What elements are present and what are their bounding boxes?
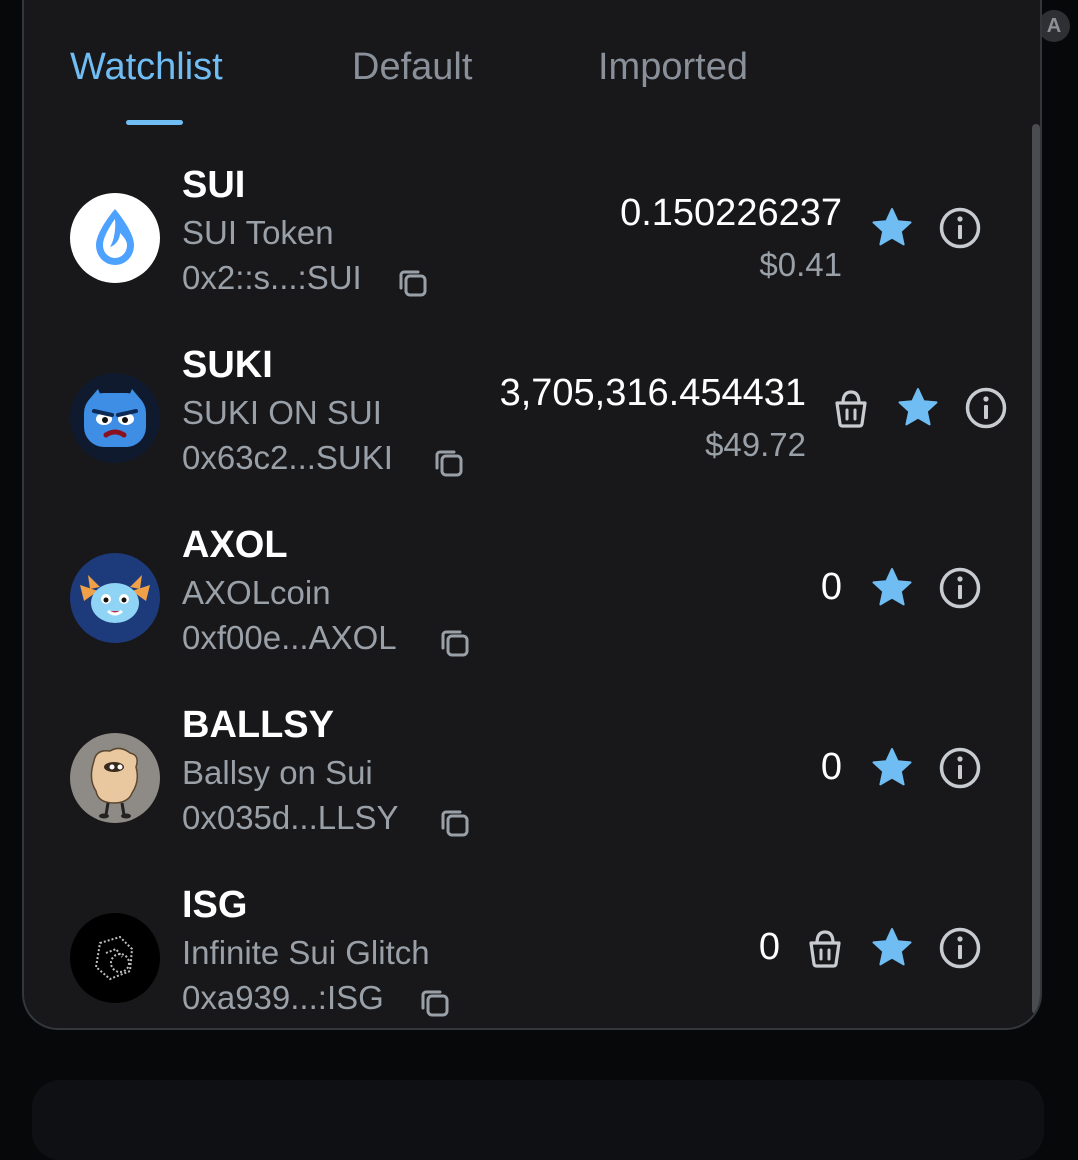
info-icon[interactable] <box>964 386 1008 430</box>
token-fiat-value: $0.41 <box>759 246 842 283</box>
token-row-axol[interactable]: AXOL AXOLcoin 0xf00e...AXOL 0 <box>24 524 1024 700</box>
token-row-ballsy[interactable]: BALLSY Ballsy on Sui 0x035d...LLSY 0 <box>24 704 1024 880</box>
tab-watchlist[interactable]: Watchlist <box>70 46 223 89</box>
star-icon[interactable] <box>870 566 914 610</box>
active-tab-indicator <box>126 120 183 125</box>
token-name: AXOLcoin <box>182 574 331 611</box>
token-symbol: BALLSY <box>182 704 334 746</box>
token-list-panel: Watchlist Default Imported SUI SUI Token… <box>22 0 1042 1030</box>
info-icon[interactable] <box>938 206 982 250</box>
tab-imported[interactable]: Imported <box>598 46 748 89</box>
token-address: 0xf00e...AXOL <box>182 619 397 656</box>
token-address: 0xa939...:ISG <box>182 979 384 1016</box>
info-icon[interactable] <box>938 746 982 790</box>
token-address: 0x2::s...:SUI <box>182 259 362 296</box>
token-balance: 0.150226237 <box>620 192 842 234</box>
copy-icon[interactable] <box>432 446 466 480</box>
ballsy-token-logo <box>70 733 160 823</box>
copy-icon[interactable] <box>438 806 472 840</box>
token-address: 0x63c2...SUKI <box>182 439 393 476</box>
token-balance: 0 <box>820 566 842 608</box>
star-icon[interactable] <box>896 386 940 430</box>
list-scrollbar[interactable] <box>1032 124 1040 1014</box>
trash-icon[interactable] <box>803 926 847 970</box>
token-name: SUI Token <box>182 214 334 251</box>
copy-icon[interactable] <box>396 266 430 300</box>
sui-token-logo <box>70 193 160 283</box>
star-icon[interactable] <box>870 746 914 790</box>
isg-token-logo <box>70 913 160 1003</box>
account-avatar[interactable]: A <box>1038 10 1070 42</box>
copy-icon[interactable] <box>418 986 452 1020</box>
token-name: Infinite Sui Glitch <box>182 934 430 971</box>
axol-token-logo <box>70 553 160 643</box>
token-balance: 0 <box>820 746 842 788</box>
bottom-card <box>32 1080 1044 1160</box>
token-address: 0x035d...LLSY <box>182 799 399 836</box>
star-icon[interactable] <box>870 206 914 250</box>
token-symbol: SUI <box>182 164 246 206</box>
token-symbol: ISG <box>182 884 248 926</box>
token-balance: 3,705,316.454431 <box>499 372 806 414</box>
token-symbol: SUKI <box>182 344 273 386</box>
copy-icon[interactable] <box>438 626 472 660</box>
token-balance: 0 <box>758 926 780 968</box>
token-row-suki[interactable]: SUKI SUKI ON SUI 0x63c2...SUKI 3,705,316… <box>24 344 1024 520</box>
token-row-isg[interactable]: ISG Infinite Sui Glitch 0xa939...:ISG 0 <box>24 884 1024 1028</box>
info-icon[interactable] <box>938 566 982 610</box>
info-icon[interactable] <box>938 926 982 970</box>
token-name: SUKI ON SUI <box>182 394 382 431</box>
token-row-sui[interactable]: SUI SUI Token 0x2::s...:SUI 0.150226237 … <box>24 164 1024 340</box>
star-icon[interactable] <box>870 926 914 970</box>
tab-default[interactable]: Default <box>352 46 472 89</box>
token-symbol: AXOL <box>182 524 288 566</box>
token-fiat-value: $49.72 <box>705 426 806 463</box>
suki-token-logo <box>70 373 160 463</box>
trash-icon[interactable] <box>829 386 873 430</box>
token-name: Ballsy on Sui <box>182 754 373 791</box>
